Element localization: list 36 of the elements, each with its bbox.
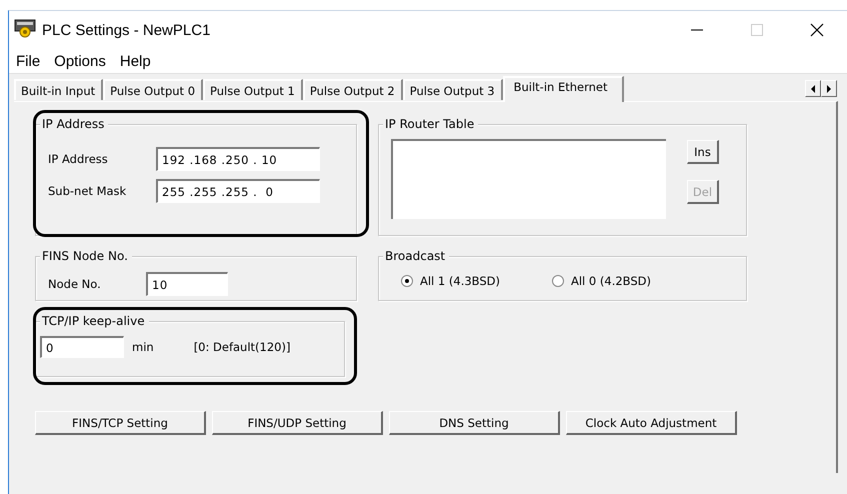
setting-button[interactable]: FINS/TCP Setting bbox=[35, 411, 206, 435]
tab[interactable]: Built-in Ethernet bbox=[502, 76, 624, 102]
scroll-left-button[interactable] bbox=[805, 80, 821, 97]
left-triangle-icon bbox=[810, 84, 816, 94]
unit-label: min bbox=[132, 340, 154, 354]
menu-item[interactable]: File bbox=[13, 52, 46, 70]
field-label: IP Address bbox=[48, 152, 109, 166]
tab[interactable]: Built-in Input bbox=[14, 79, 104, 100]
field-label: Sub-net Mask bbox=[48, 184, 128, 198]
tab[interactable]: Pulse Output 3 bbox=[402, 79, 503, 100]
tab[interactable]: Pulse Output 1 bbox=[203, 79, 303, 100]
radio-button[interactable] bbox=[552, 275, 564, 287]
close-icon[interactable] bbox=[810, 23, 824, 37]
menu-item[interactable]: Options bbox=[51, 52, 112, 70]
right-triangle-icon bbox=[826, 84, 832, 94]
router-list[interactable] bbox=[391, 139, 666, 219]
input-field[interactable]: 10 bbox=[146, 272, 228, 296]
radio-label: All 1 (4.3BSD) bbox=[420, 274, 500, 288]
radio-button[interactable] bbox=[401, 275, 413, 287]
tab[interactable]: Pulse Output 0 bbox=[103, 79, 204, 100]
input-field[interactable]: 192 .168 .250 . 10 bbox=[156, 147, 320, 171]
tab[interactable]: Pulse Output 2 bbox=[302, 79, 403, 100]
input-field[interactable]: 0 bbox=[40, 336, 124, 358]
group-title: TCP/IP keep-alive bbox=[40, 314, 149, 329]
radio-label: All 0 (4.2BSD) bbox=[571, 274, 651, 288]
window-title: PLC Settings - NewPLC1 bbox=[42, 22, 210, 38]
table-button[interactable]: Ins bbox=[687, 140, 719, 164]
scroll-right-button[interactable] bbox=[821, 80, 837, 97]
field-label: Node No. bbox=[48, 277, 102, 291]
app-icon bbox=[14, 18, 36, 38]
setting-button[interactable]: Clock Auto Adjustment bbox=[566, 411, 737, 435]
setting-button[interactable]: DNS Setting bbox=[389, 411, 560, 435]
hint-text: [0: Default(120)] bbox=[194, 340, 290, 354]
menu-item[interactable]: Help bbox=[116, 52, 157, 70]
input-field[interactable]: 255 .255 .255 . 0 bbox=[156, 179, 320, 203]
setting-button[interactable]: FINS/UDP Setting bbox=[212, 411, 383, 435]
